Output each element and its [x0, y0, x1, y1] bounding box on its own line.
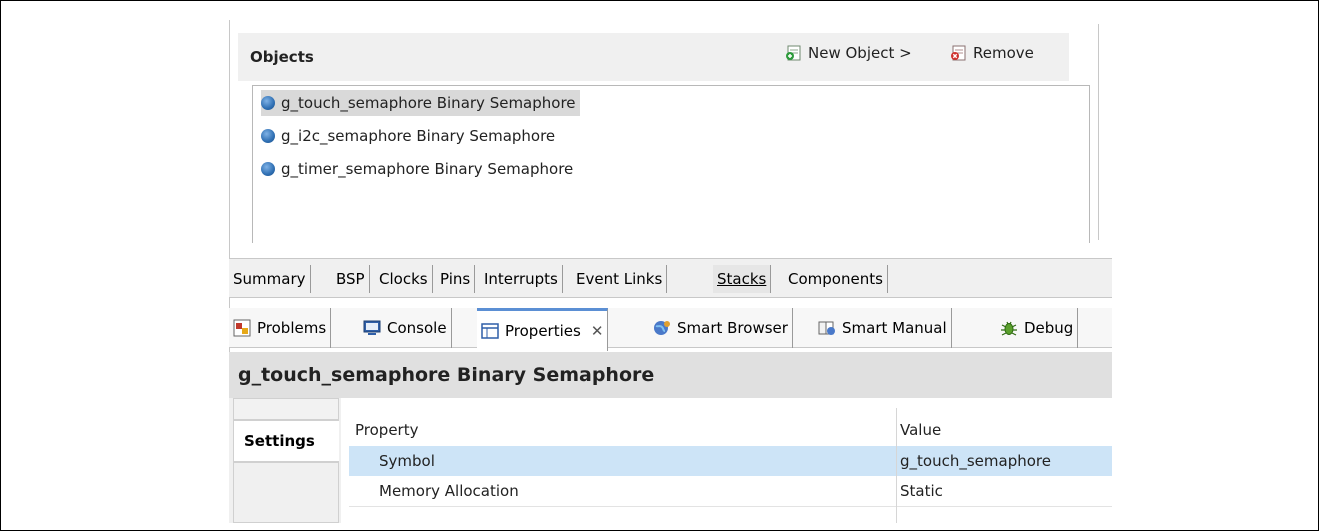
semaphore-icon	[261, 162, 275, 176]
console-icon	[363, 320, 381, 335]
table-row[interactable]: Symbol g_touch_semaphore	[349, 446, 1112, 476]
tab-smart-browser[interactable]: Smart Browser	[649, 308, 793, 348]
property-value[interactable]: Static	[900, 476, 943, 506]
remove-button[interactable]: Remove	[950, 44, 1034, 62]
tab-properties-label: Properties	[505, 322, 581, 340]
view-tabs: Problems Console Properties ✕ Smart Brow…	[229, 308, 1112, 351]
tab-properties[interactable]: Properties ✕	[477, 308, 609, 351]
settings-tab-filler	[233, 462, 339, 523]
properties-title-bar: g_touch_semaphore Binary Semaphore	[229, 352, 1112, 398]
tab-debug[interactable]: Debug	[996, 308, 1079, 348]
properties-title: g_touch_semaphore Binary Semaphore	[238, 364, 655, 386]
property-name: Symbol	[379, 452, 435, 470]
tab-summary[interactable]: Summary	[229, 265, 311, 293]
debug-icon	[1001, 321, 1017, 336]
new-object-icon	[786, 45, 801, 61]
editor-tabs: Summary BSP Clocks Pins Interrupts Event…	[229, 258, 1112, 298]
tab-event-links[interactable]: Event Links	[572, 265, 668, 293]
object-item-label: g_timer_semaphore Binary Semaphore	[281, 160, 574, 178]
tab-console-label: Console	[387, 319, 447, 337]
close-icon[interactable]: ✕	[591, 322, 604, 340]
smart-manual-icon	[818, 321, 835, 335]
column-divider	[896, 408, 897, 523]
tab-problems[interactable]: Problems	[229, 308, 332, 348]
semaphore-icon	[261, 129, 275, 143]
tab-components[interactable]: Components	[784, 265, 888, 293]
new-object-label: New Object >	[808, 44, 912, 62]
remove-label: Remove	[973, 44, 1034, 62]
object-item-label: g_i2c_semaphore Binary Semaphore	[281, 127, 556, 145]
object-item-i2c-semaphore[interactable]: g_i2c_semaphore Binary Semaphore	[261, 123, 559, 149]
properties-table: Property Value Symbol g_touch_semaphore …	[349, 415, 1112, 523]
problems-icon	[233, 319, 251, 337]
property-value[interactable]: g_touch_semaphore	[900, 446, 1051, 476]
column-header-value: Value	[900, 421, 942, 439]
object-item-touch-semaphore[interactable]: g_touch_semaphore Binary Semaphore	[261, 90, 580, 116]
tab-smart-manual[interactable]: Smart Manual	[814, 308, 952, 348]
tab-bsp[interactable]: BSP	[332, 265, 370, 293]
column-header-property: Property	[355, 421, 419, 439]
table-row[interactable]: Memory Allocation Static	[349, 476, 1112, 506]
remove-icon	[951, 45, 966, 61]
tab-stacks[interactable]: Stacks	[713, 265, 772, 293]
property-name: Memory Allocation	[379, 482, 519, 500]
objects-title: Objects	[250, 48, 314, 66]
row-divider	[349, 506, 1112, 507]
objects-header: Objects New Object > Remove	[238, 33, 1069, 81]
objects-list: g_touch_semaphore Binary Semaphore g_i2c…	[252, 85, 1090, 243]
smart-browser-icon	[654, 321, 670, 335]
semaphore-icon	[261, 96, 275, 110]
tab-clocks[interactable]: Clocks	[375, 265, 433, 293]
tab-smart-manual-label: Smart Manual	[842, 319, 947, 337]
tab-smart-browser-label: Smart Browser	[677, 319, 788, 337]
object-item-label: g_touch_semaphore Binary Semaphore	[281, 94, 576, 112]
tab-interrupts[interactable]: Interrupts	[480, 265, 563, 293]
properties-icon	[481, 323, 499, 339]
panel-right-divider	[1098, 24, 1099, 240]
tab-pins[interactable]: Pins	[436, 265, 476, 293]
object-item-timer-semaphore[interactable]: g_timer_semaphore Binary Semaphore	[261, 156, 577, 182]
new-object-button[interactable]: New Object >	[785, 44, 912, 62]
tab-problems-label: Problems	[257, 319, 327, 337]
tab-settings[interactable]: Settings	[233, 420, 339, 462]
table-header-row: Property Value	[349, 415, 1112, 445]
tab-console[interactable]: Console	[359, 308, 452, 348]
tab-debug-label: Debug	[1024, 319, 1074, 337]
settings-tab-spacer	[233, 398, 339, 420]
